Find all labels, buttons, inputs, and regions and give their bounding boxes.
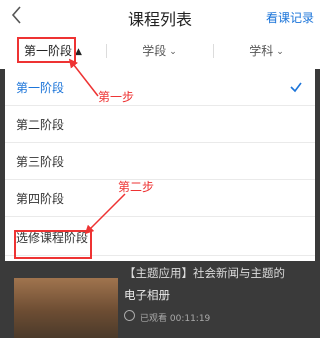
watch-history-link[interactable]: 看课记录 xyxy=(266,9,314,26)
check-icon xyxy=(290,82,302,93)
watch-status: 已观看 00:11:19 xyxy=(140,314,211,324)
subject-filter[interactable]: 学科 ⌄ xyxy=(213,33,320,69)
step2-label: 第二步 xyxy=(118,180,155,194)
school-level-filter-label: 学段 xyxy=(142,44,167,58)
chevron-down-icon: ⌄ xyxy=(169,47,177,57)
clock-icon xyxy=(124,310,135,321)
option-label: 第四阶段 xyxy=(16,192,65,206)
option-label: 第二阶段 xyxy=(16,118,65,132)
dropdown-option[interactable]: 第四阶段 xyxy=(5,180,315,217)
option-label: 第三阶段 xyxy=(16,155,65,169)
annotation-highlight-box xyxy=(14,230,92,259)
dropdown-option[interactable]: 第二阶段 xyxy=(5,106,315,143)
course-title-line1: 【主题应用】社会新闻与主题的 xyxy=(124,266,285,280)
dropdown-option[interactable]: 第三阶段 xyxy=(5,143,315,180)
annotation-highlight-box xyxy=(17,37,76,63)
dropdown-option[interactable]: 第一阶段 xyxy=(5,69,315,106)
option-label: 第一阶段 xyxy=(16,81,65,95)
navigation-bar: 课程列表 看课记录 xyxy=(0,0,320,33)
course-thumbnail xyxy=(14,278,118,338)
school-level-filter[interactable]: 学段 ⌄ xyxy=(106,33,213,69)
course-title-line2: 电子相册 xyxy=(124,288,170,302)
caret-up-icon: ▲ xyxy=(75,47,82,57)
chevron-down-icon: ⌄ xyxy=(276,47,284,57)
step1-label: 第一步 xyxy=(98,90,135,104)
subject-filter-label: 学科 xyxy=(249,44,274,58)
